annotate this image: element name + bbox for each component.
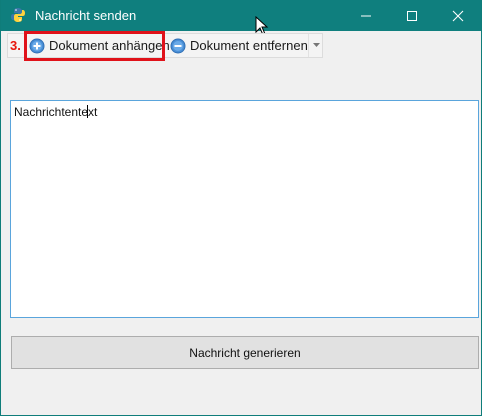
close-icon: [452, 10, 464, 21]
step-annotation: 3.: [10, 38, 21, 53]
window-title: Nachricht senden: [35, 8, 137, 23]
text-caret: [87, 105, 88, 118]
app-window: Nachricht senden 3. Dokument anhängen Do…: [0, 0, 482, 416]
toolbar-overflow-dropdown[interactable]: [308, 34, 323, 57]
remove-document-button[interactable]: Dokument entfernen: [170, 34, 308, 57]
close-button[interactable]: [435, 0, 481, 31]
message-text: Nachrichtentext: [14, 105, 98, 119]
minimize-icon: [361, 15, 371, 16]
title-bar[interactable]: Nachricht senden: [1, 0, 481, 36]
message-textarea[interactable]: Nachrichtentext: [10, 100, 479, 318]
highlight-frame: [24, 31, 165, 61]
python-app-icon: [11, 8, 25, 22]
minimize-button[interactable]: [343, 0, 389, 31]
chevron-down-icon: [312, 43, 320, 47]
remove-circle-icon: [170, 38, 186, 53]
remove-document-label: Dokument entfernen: [190, 38, 308, 53]
maximize-icon: [407, 10, 417, 21]
maximize-button[interactable]: [389, 0, 435, 31]
generate-message-button[interactable]: Nachricht generieren: [11, 336, 479, 369]
